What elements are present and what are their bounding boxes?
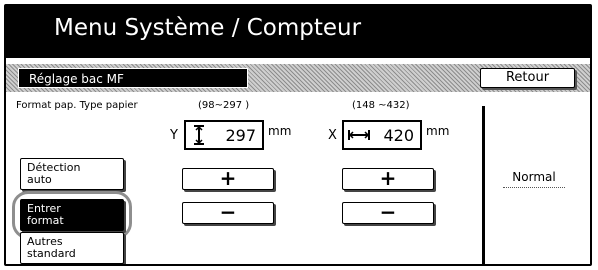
other-standard-button[interactable]: Autres standard bbox=[20, 232, 124, 264]
x-axis-label: X bbox=[328, 128, 337, 143]
format-label: Format pap. Type papier bbox=[16, 100, 138, 111]
x-decrease-button[interactable]: − bbox=[342, 202, 434, 224]
y-size-field[interactable]: 297 bbox=[184, 120, 264, 150]
y-unit-label: mm bbox=[268, 124, 292, 138]
other-standard-label-line2: standard bbox=[27, 247, 76, 260]
x-increase-button[interactable]: + bbox=[342, 168, 434, 190]
auto-detection-button[interactable]: Détection auto bbox=[20, 158, 124, 190]
page-title: Menu Système / Compteur bbox=[54, 15, 362, 41]
x-size-field[interactable]: 420 bbox=[342, 120, 422, 150]
enter-format-label-line2: format bbox=[27, 214, 64, 227]
y-increase-button[interactable]: + bbox=[182, 168, 274, 190]
panel-divider bbox=[482, 106, 485, 264]
y-range-label: (98~297 ) bbox=[198, 100, 250, 111]
vertical-size-icon bbox=[194, 125, 204, 145]
auto-detection-label-line2: auto bbox=[27, 173, 52, 186]
back-button[interactable]: Retour bbox=[480, 68, 575, 88]
x-unit-label: mm bbox=[426, 124, 450, 138]
horizontal-size-icon bbox=[348, 130, 370, 140]
title-bar: Menu Système / Compteur bbox=[6, 6, 590, 58]
y-size-value: 297 bbox=[225, 126, 256, 145]
section-label: Réglage bac MF bbox=[18, 68, 248, 88]
y-axis-label: Y bbox=[170, 128, 178, 143]
system-menu-window: Menu Système / Compteur Réglage bac MF R… bbox=[4, 4, 592, 266]
x-range-label: (148 ~432) bbox=[352, 100, 410, 111]
y-decrease-button[interactable]: − bbox=[182, 202, 274, 224]
enter-format-button[interactable]: Entrer format bbox=[20, 199, 124, 231]
x-size-value: 420 bbox=[383, 126, 414, 145]
paper-type-normal[interactable]: Normal bbox=[503, 170, 565, 188]
